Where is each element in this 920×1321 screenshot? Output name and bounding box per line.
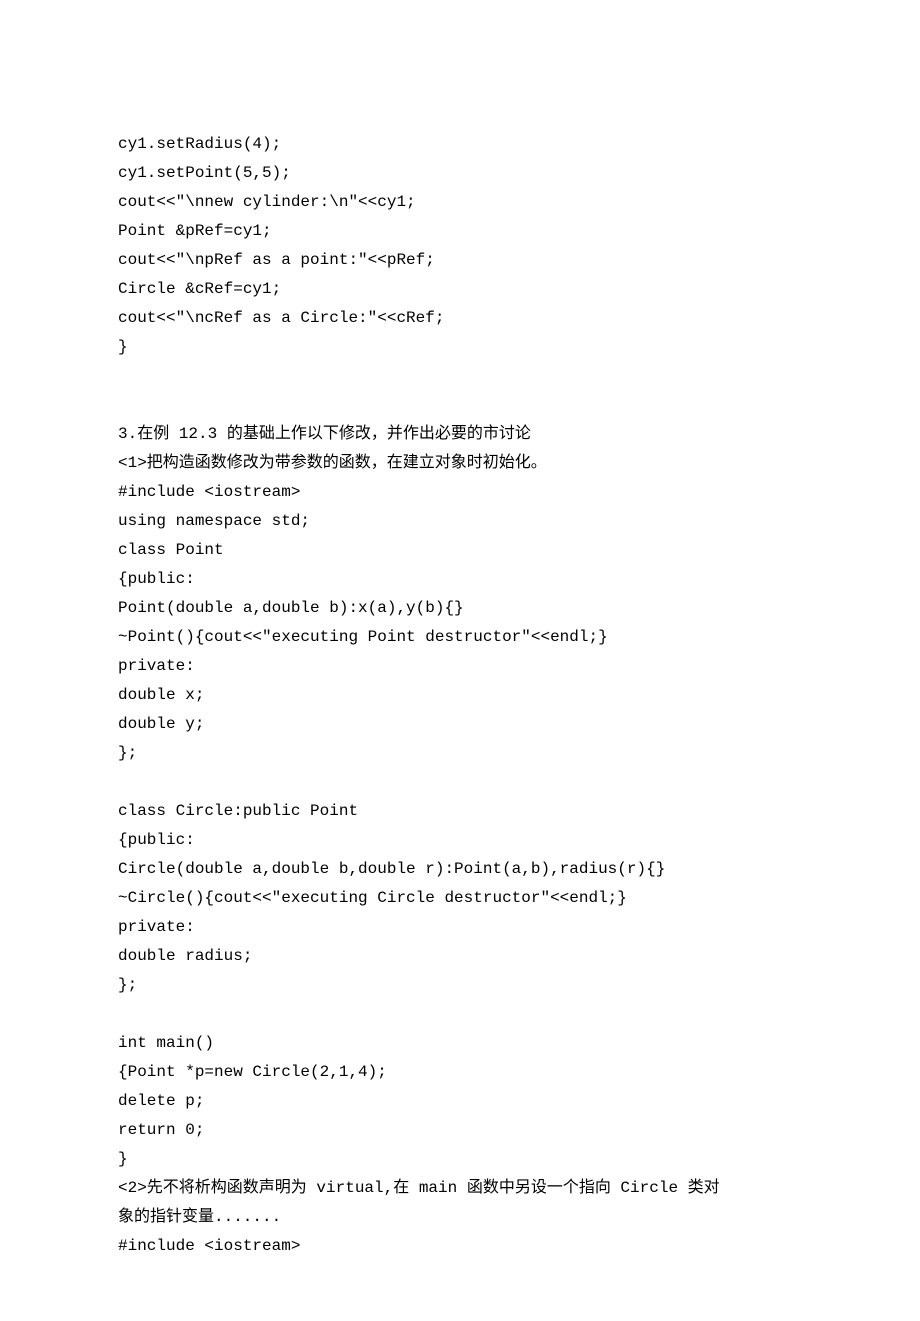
document-page: cy1.setRadius(4);cy1.setPoint(5,5);cout<… bbox=[0, 0, 920, 1321]
text-line: ~Circle(){cout<<"executing Circle destru… bbox=[118, 884, 802, 913]
text-line: delete p; bbox=[118, 1087, 802, 1116]
text-line: class Point bbox=[118, 536, 802, 565]
text-line: private: bbox=[118, 913, 802, 942]
text-line: int main() bbox=[118, 1029, 802, 1058]
text-line: cy1.setPoint(5,5); bbox=[118, 159, 802, 188]
text-line: private: bbox=[118, 652, 802, 681]
text-line: double radius; bbox=[118, 942, 802, 971]
text-line: cy1.setRadius(4); bbox=[118, 130, 802, 159]
text-line: } bbox=[118, 333, 802, 362]
text-content: cy1.setRadius(4);cy1.setPoint(5,5);cout<… bbox=[118, 130, 802, 1261]
text-line: cout<<"\ncRef as a Circle:"<<cRef; bbox=[118, 304, 802, 333]
text-line: } bbox=[118, 1145, 802, 1174]
blank-line bbox=[118, 362, 802, 391]
blank-line bbox=[118, 1000, 802, 1029]
text-line: cout<<"\nnew cylinder:\n"<<cy1; bbox=[118, 188, 802, 217]
text-line: #include <iostream> bbox=[118, 1232, 802, 1261]
text-line: 象的指针变量....... bbox=[118, 1203, 802, 1232]
text-line: }; bbox=[118, 739, 802, 768]
text-line: ~Point(){cout<<"executing Point destruct… bbox=[118, 623, 802, 652]
text-line: return 0; bbox=[118, 1116, 802, 1145]
text-line: 3.在例 12.3 的基础上作以下修改，并作出必要的市讨论 bbox=[118, 420, 802, 449]
text-line: Point &pRef=cy1; bbox=[118, 217, 802, 246]
text-line: {public: bbox=[118, 565, 802, 594]
blank-line bbox=[118, 391, 802, 420]
text-line: double y; bbox=[118, 710, 802, 739]
text-line: {public: bbox=[118, 826, 802, 855]
text-line: <2>先不将析构函数声明为 virtual,在 main 函数中另设一个指向 C… bbox=[118, 1174, 802, 1203]
text-line: Circle &cRef=cy1; bbox=[118, 275, 802, 304]
blank-line bbox=[118, 768, 802, 797]
text-line: Point(double a,double b):x(a),y(b){} bbox=[118, 594, 802, 623]
text-line: <1>把构造函数修改为带参数的函数，在建立对象时初始化。 bbox=[118, 449, 802, 478]
text-line: #include <iostream> bbox=[118, 478, 802, 507]
text-line: double x; bbox=[118, 681, 802, 710]
text-line: {Point *p=new Circle(2,1,4); bbox=[118, 1058, 802, 1087]
text-line: Circle(double a,double b,double r):Point… bbox=[118, 855, 802, 884]
text-line: using namespace std; bbox=[118, 507, 802, 536]
text-line: class Circle:public Point bbox=[118, 797, 802, 826]
text-line: cout<<"\npRef as a point:"<<pRef; bbox=[118, 246, 802, 275]
text-line: }; bbox=[118, 971, 802, 1000]
